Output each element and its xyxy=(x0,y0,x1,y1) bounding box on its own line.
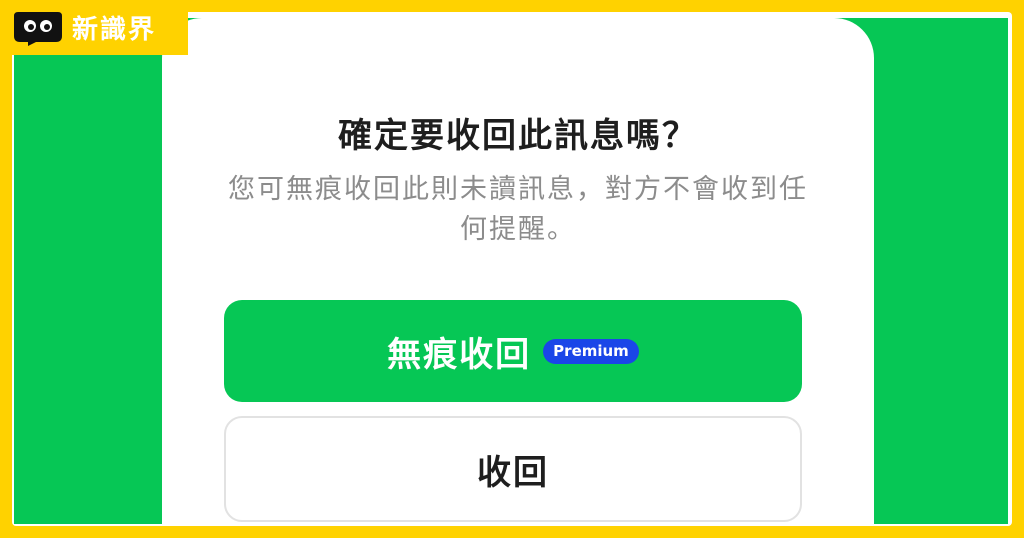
screenshot-frame: 確定要收回此訊息嗎？ 您可無痕收回此則未讀訊息，對方不會收到任何提醒。 無痕收回… xyxy=(12,12,1012,526)
brand-name: 新識界 xyxy=(72,15,157,45)
dialog-description: 您可無痕收回此則未讀訊息，對方不會收到任何提醒。 xyxy=(228,174,808,245)
eyes-logo-icon xyxy=(10,10,66,46)
brand-logo: 新識界 xyxy=(0,0,188,55)
unsend-silently-button[interactable]: 無痕收回 Premium xyxy=(224,300,802,402)
unsend-silently-label: 無痕收回 xyxy=(387,334,532,375)
unsend-button[interactable]: 收回 xyxy=(224,416,802,522)
unsend-dialog: 確定要收回此訊息嗎？ 您可無痕收回此則未讀訊息，對方不會收到任何提醒。 無痕收回… xyxy=(162,18,874,526)
unsend-label: 收回 xyxy=(477,452,549,493)
premium-badge: Premium xyxy=(543,338,639,364)
dialog-title: 確定要收回此訊息嗎？ xyxy=(338,116,698,156)
